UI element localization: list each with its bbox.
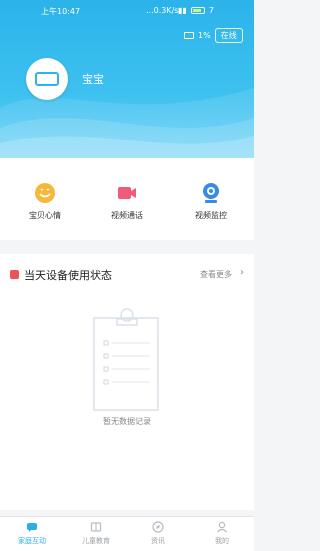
header-banner: 上午10:47 ...0.3K/s ▮▮ 7 1% 在线 宝宝 [0, 0, 254, 158]
tab-news[interactable]: 资讯 [133, 521, 183, 546]
clipboard-empty-icon [93, 308, 159, 411]
quick-action-monitor[interactable]: 视频监控 [171, 182, 251, 221]
network-speed: ...0.3K/s [146, 6, 179, 15]
tab-profile[interactable]: 我的 [197, 521, 247, 546]
chat-icon [27, 523, 37, 532]
view-more-link[interactable]: 查看更多 [200, 269, 232, 280]
device-screen-icon [35, 72, 59, 86]
baby-name[interactable]: 宝宝 [82, 71, 104, 87]
quick-action-mood[interactable]: 宝贝心情 [5, 182, 85, 221]
smile-icon [35, 183, 55, 203]
compass-icon [152, 521, 164, 533]
device-battery-icon [184, 32, 194, 39]
baby-avatar[interactable] [26, 58, 68, 100]
tab-label: 我的 [215, 537, 229, 545]
system-status-bar: 上午10:47 ...0.3K/s ▮▮ 7 [0, 6, 254, 22]
quick-action-video-call[interactable]: 视频通话 [87, 182, 167, 221]
user-icon [217, 521, 227, 533]
online-status-badge: 在线 [214, 28, 243, 43]
tab-family-interaction[interactable]: 家庭互动 [7, 521, 57, 546]
battery-level: 7 [208, 6, 214, 15]
status-time: 上午10:47 [41, 7, 81, 16]
quick-actions: 宝贝心情 视频通话 视频监控 [0, 158, 254, 240]
tab-label: 儿童教育 [82, 537, 110, 545]
video-camera-icon [118, 187, 136, 199]
quick-action-label: 视频通话 [111, 211, 143, 220]
battery-icon [190, 7, 205, 14]
webcam-icon [203, 183, 219, 203]
tab-child-education[interactable]: 儿童教育 [71, 521, 121, 546]
empty-state-text: 暂无数据记录 [103, 417, 151, 426]
device-battery-percent: 1% [198, 31, 211, 40]
quick-action-label: 视频监控 [195, 211, 227, 220]
tab-label: 资讯 [151, 537, 165, 545]
signal-icon: ▮▮ [178, 6, 187, 15]
quick-action-label: 宝贝心情 [29, 211, 61, 220]
device-info: 1% 在线 [184, 28, 243, 43]
chevron-right-icon[interactable]: › [240, 267, 244, 278]
status-icons: ▮▮ 7 [178, 6, 214, 15]
bottom-tab-bar: 家庭互动 儿童教育 资讯 我的 [0, 516, 254, 551]
tab-label: 家庭互动 [18, 537, 46, 545]
section-marker-icon [10, 270, 19, 279]
book-icon [90, 522, 102, 532]
section-title: 当天设备使用状态 [24, 269, 112, 282]
device-usage-section: 当天设备使用状态 查看更多 › 暂无数据记录 [0, 254, 254, 510]
